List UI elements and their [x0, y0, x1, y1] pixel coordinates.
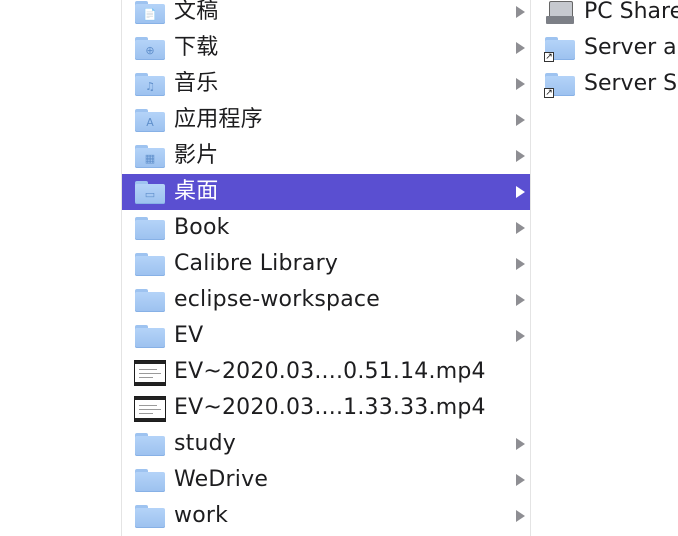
chevron-right-icon	[516, 294, 525, 306]
folder-row[interactable]: WeDrive	[122, 462, 530, 498]
video-thumbnail-icon	[134, 360, 166, 386]
item-label: EV	[174, 323, 204, 348]
chevron-right-icon	[516, 474, 525, 486]
movies-folder-icon: ▦	[134, 144, 166, 168]
item-label: study	[174, 431, 237, 456]
folder-row[interactable]: ♫ 音乐	[122, 66, 530, 102]
chevron-right-icon	[516, 6, 525, 18]
folder-glyph	[143, 512, 157, 525]
downloads-folder-icon: ⊕	[134, 36, 166, 60]
desktop-folder-icon: ▭	[134, 180, 166, 204]
item-label: Server S	[584, 71, 678, 96]
folder-glyph: ⊕	[145, 44, 155, 57]
item-label: eclipse-workspace	[174, 287, 380, 312]
item-label: 文稿	[174, 0, 219, 24]
folder-row[interactable]: work	[122, 498, 530, 534]
file-row[interactable]: EV~2020.03....0.51.14.mp4	[122, 354, 530, 390]
chevron-right-icon	[516, 186, 525, 198]
folder-glyph: ▦	[144, 152, 156, 165]
server-row[interactable]: PC Shared	[531, 0, 678, 30]
item-label: Server a	[584, 35, 677, 60]
alias-folder-row[interactable]: ↗ Server S	[531, 66, 678, 102]
folder-glyph: ▭	[144, 188, 156, 201]
item-label: EV~2020.03....1.33.33.mp4	[174, 395, 486, 420]
folder-icon	[134, 468, 166, 492]
folder-row[interactable]: ▦ 影片	[122, 138, 530, 174]
music-folder-icon: ♫	[134, 72, 166, 96]
folder-row[interactable]: eclipse-workspace	[122, 282, 530, 318]
folder-icon	[134, 252, 166, 276]
chevron-right-icon	[516, 510, 525, 522]
folder-glyph	[143, 440, 157, 453]
folder-row[interactable]: ⊕ 下载	[122, 30, 530, 66]
folder-glyph	[143, 332, 157, 345]
chevron-right-icon	[516, 330, 525, 342]
documents-folder-icon: 📄	[134, 0, 166, 24]
folder-row[interactable]: 📄 文稿	[122, 0, 530, 30]
chevron-right-icon	[516, 150, 525, 162]
item-label: WeDrive	[174, 467, 269, 492]
item-label: 桌面	[174, 179, 219, 204]
file-row[interactable]: EV~2020.03....1.33.33.mp4	[122, 390, 530, 426]
alias-folder-row[interactable]: ↗ Server a	[531, 30, 678, 66]
folder-glyph	[143, 260, 157, 273]
finder-column-view: 📄 文稿 ⊕ 下载 ♫ 音乐 A 应用程序 ▦ 影片 ▭ 桌面 Book Calibre Library e…	[0, 0, 678, 536]
item-label: EV~2020.03....0.51.14.mp4	[174, 359, 486, 384]
item-label: 影片	[174, 143, 219, 168]
folder-glyph	[143, 476, 157, 489]
folder-row[interactable]: study	[122, 426, 530, 462]
folder-row[interactable]: ▭ 桌面	[122, 174, 530, 210]
chevron-right-icon	[516, 258, 525, 270]
folder-row[interactable]: EV	[122, 318, 530, 354]
applications-folder-icon: A	[134, 108, 166, 132]
folder-icon	[134, 432, 166, 456]
folder-glyph: A	[146, 116, 154, 129]
folder-glyph: ♫	[145, 80, 155, 93]
folder-icon	[134, 324, 166, 348]
chevron-right-icon	[516, 42, 525, 54]
item-label: work	[174, 503, 229, 528]
item-label: Book	[174, 215, 230, 240]
folder-row[interactable]: Calibre Library	[122, 246, 530, 282]
item-label: 应用程序	[174, 107, 263, 132]
item-label: Calibre Library	[174, 251, 339, 276]
item-label: 下载	[174, 35, 219, 60]
item-label: PC Shared	[584, 0, 678, 24]
folder-row[interactable]: Book	[122, 210, 530, 246]
alias-folder-icon: ↗	[544, 36, 576, 62]
chevron-right-icon	[516, 78, 525, 90]
folder-glyph	[143, 224, 157, 237]
chevron-right-icon	[516, 438, 525, 450]
item-label: 音乐	[174, 71, 219, 96]
shared-server-icon	[544, 0, 576, 24]
chevron-right-icon	[516, 222, 525, 234]
video-thumbnail-icon	[134, 396, 166, 422]
folder-icon	[134, 504, 166, 528]
desktop-contents-column: PC Shared ↗ Server a ↗ Server S	[531, 0, 678, 102]
folder-glyph	[143, 296, 157, 309]
folder-icon	[134, 288, 166, 312]
folder-row[interactable]: A 应用程序	[122, 102, 530, 138]
folder-glyph: 📄	[143, 8, 157, 21]
folder-icon	[134, 216, 166, 240]
file-list-column: 📄 文稿 ⊕ 下载 ♫ 音乐 A 应用程序 ▦ 影片 ▭ 桌面 Book Calibre Library e…	[122, 0, 530, 534]
chevron-right-icon	[516, 114, 525, 126]
alias-folder-icon: ↗	[544, 72, 576, 98]
